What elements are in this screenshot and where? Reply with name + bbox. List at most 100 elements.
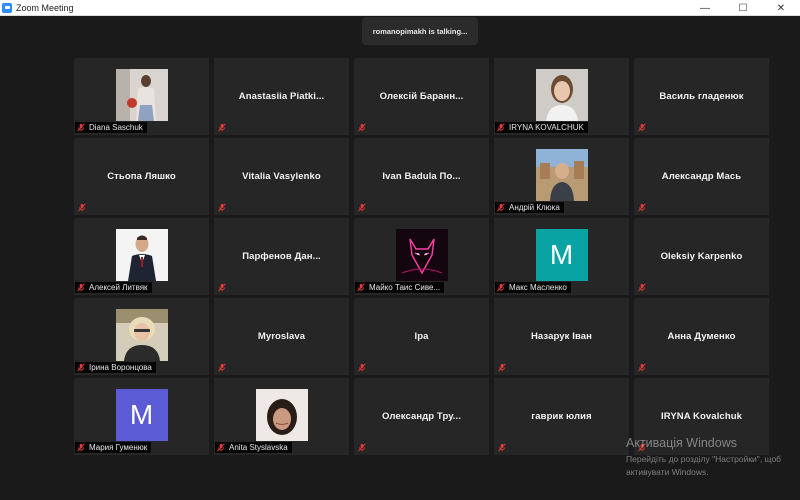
participant-tile[interactable]: Алексей Литвяк	[74, 218, 209, 295]
participant-display-name: Стьопа Ляшко	[107, 171, 176, 182]
participant-video-photo-woman-standing	[115, 68, 168, 121]
participant-tile[interactable]: Олександр Тру...	[354, 378, 489, 455]
muted-mic-icon	[498, 443, 506, 452]
participant-tile[interactable]: гаврик юлия	[494, 378, 629, 455]
participant-tile[interactable]: Александр Мась	[634, 138, 769, 215]
avatar: M	[115, 388, 168, 441]
gallery-view-grid: Diana Saschuk Anastasiia Piatki... Олексій…	[74, 58, 769, 455]
participant-display-name: Василь гладенюк	[659, 91, 744, 102]
participant-display-name: IRYNA Kovalchuk	[660, 411, 743, 422]
participant-tile[interactable]: Oleksiy Karpenko	[634, 218, 769, 295]
close-button[interactable]: ✕	[762, 0, 800, 16]
muted-mic-icon	[218, 283, 226, 292]
participant-display-name: Анна Думенко	[667, 331, 736, 342]
mic-status	[357, 363, 370, 372]
participant-name-tag: Алексей Литвяк	[75, 282, 152, 293]
participant-name-tag: Anita Styslavska	[215, 442, 292, 453]
participant-display-name: Назарук Іван	[530, 331, 593, 342]
mic-status	[77, 203, 90, 212]
participant-tile[interactable]: Парфенов Дан...	[214, 218, 349, 295]
participant-tile[interactable]: Іра	[354, 298, 489, 375]
mic-status	[357, 123, 370, 132]
participant-tile[interactable]: M Макс Масленко	[494, 218, 629, 295]
participant-name: Diana Saschuk	[89, 123, 143, 132]
activation-line-1: Перейдіть до розділу "Настройки", щоб	[626, 454, 782, 464]
participant-tile[interactable]: Стьопа Ляшко	[74, 138, 209, 215]
muted-mic-icon	[358, 363, 366, 372]
mic-status	[217, 363, 230, 372]
muted-mic-icon	[497, 203, 505, 212]
participant-tile[interactable]: Анна Думенко	[634, 298, 769, 375]
participant-tile[interactable]: Anita Styslavska	[214, 378, 349, 455]
participant-display-name: Олександр Тру...	[381, 411, 462, 422]
participant-tile[interactable]: Олексій Баранн...	[354, 58, 489, 135]
activation-title: Активація Windows	[626, 436, 737, 450]
mic-status	[217, 203, 230, 212]
participant-tile[interactable]: Vitalia Vasylenko	[214, 138, 349, 215]
participant-name: Андрій Клюка	[509, 203, 560, 212]
muted-mic-icon	[77, 123, 85, 132]
muted-mic-icon	[218, 203, 226, 212]
participant-display-name: Myroslava	[257, 331, 306, 342]
participant-tile[interactable]: Василь гладенюк	[634, 58, 769, 135]
participant-display-name: Anastasiia Piatki...	[238, 91, 325, 102]
participant-display-name: Oleksiy Karpenko	[660, 251, 743, 262]
mic-status	[497, 363, 510, 372]
mic-status	[637, 363, 650, 372]
mic-status	[497, 443, 510, 452]
mic-status	[217, 283, 230, 292]
muted-mic-icon	[497, 123, 505, 132]
avatar: M	[535, 228, 588, 281]
participant-display-name: Олексій Баранн...	[379, 91, 464, 102]
muted-mic-icon	[358, 203, 366, 212]
participant-name-tag: IRYNA KOVALCHUK	[495, 122, 588, 133]
activation-line-2: активувати Windows.	[626, 467, 709, 477]
zoom-app-icon	[2, 2, 12, 13]
participant-tile[interactable]: Myroslava	[214, 298, 349, 375]
participant-video-photo-man-outdoor	[535, 148, 588, 201]
window-title: Zoom Meeting	[16, 2, 74, 13]
participant-tile[interactable]: Ірина Воронцова	[74, 298, 209, 375]
windows-activation-watermark: Активація Windows Перейдіть до розділу "…	[626, 436, 800, 479]
participant-display-name: Парфенов Дан...	[242, 251, 321, 262]
muted-mic-icon	[358, 443, 366, 452]
participant-video-photo-neon-wolf	[395, 228, 448, 281]
participant-display-name: гаврик юлия	[531, 411, 592, 422]
participant-display-name: Ivan Badula По...	[382, 171, 461, 182]
muted-mic-icon	[77, 363, 85, 372]
mic-status	[637, 283, 650, 292]
muted-mic-icon	[358, 123, 366, 132]
mic-status	[357, 443, 370, 452]
participant-name-tag: Макс Масленко	[495, 282, 571, 293]
participant-tile[interactable]: Ivan Badula По...	[354, 138, 489, 215]
mic-status	[217, 123, 230, 132]
participant-video-photo-man-suit	[115, 228, 168, 281]
maximize-button[interactable]: ☐	[724, 0, 762, 16]
participant-name-tag: Мария Гуменюк	[75, 442, 152, 453]
muted-mic-icon	[357, 283, 365, 292]
muted-mic-icon	[77, 283, 85, 292]
muted-mic-icon	[498, 363, 506, 372]
minimize-button[interactable]: —	[686, 0, 724, 16]
title-bar: Zoom Meeting — ☐ ✕	[0, 0, 800, 16]
participant-tile[interactable]: Назарук Іван	[494, 298, 629, 375]
muted-mic-icon	[638, 203, 646, 212]
participant-tile[interactable]: M Мария Гуменюк	[74, 378, 209, 455]
participant-tile[interactable]: Diana Saschuk	[74, 58, 209, 135]
participant-video-photo-woman-dark	[255, 388, 308, 441]
participant-tile[interactable]: Anastasiia Piatki...	[214, 58, 349, 135]
participant-display-name: Vitalia Vasylenko	[242, 171, 321, 182]
participant-name: Алексей Литвяк	[89, 283, 148, 292]
active-speaker-indicator: romanopimakh is talking...	[362, 17, 478, 45]
muted-mic-icon	[497, 283, 505, 292]
participant-name: IRYNA KOVALCHUK	[509, 123, 584, 132]
muted-mic-icon	[638, 123, 646, 132]
participant-name-tag: Майко Таис Сиве...	[355, 282, 445, 293]
participant-tile[interactable]: Андрій Клюка	[494, 138, 629, 215]
participant-video-photo-woman-blonde	[115, 308, 168, 361]
participant-tile[interactable]: Майко Таис Сиве...	[354, 218, 489, 295]
participant-video-photo-woman-portrait	[535, 68, 588, 121]
muted-mic-icon	[218, 123, 226, 132]
participant-tile[interactable]: IRYNA KOVALCHUK	[494, 58, 629, 135]
participant-name-tag: Diana Saschuk	[75, 122, 147, 133]
